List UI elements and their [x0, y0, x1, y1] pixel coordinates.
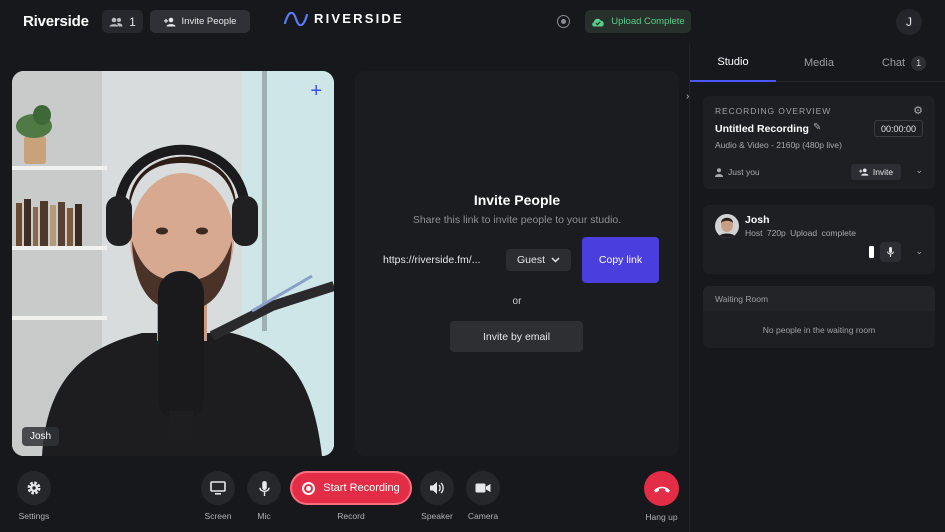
tab-media-label: Media [804, 57, 834, 69]
invite-people-button[interactable]: Invite People [150, 10, 250, 33]
recording-overview-label: RECORDING OVERVIEW [715, 106, 832, 116]
screen-share-button[interactable] [201, 471, 235, 505]
waiting-room-title: Waiting Room [703, 286, 935, 311]
mic-label: Mic [257, 511, 271, 521]
invite-small-label: Invite [872, 167, 894, 177]
logo-text: RIVERSIDE [314, 11, 404, 26]
recording-timer: 00:00:00 [874, 120, 923, 137]
participants-button[interactable]: 1 [102, 10, 143, 33]
host-upload-status: Upload complete [790, 228, 856, 238]
collapse-sidebar-icon[interactable]: › [686, 91, 689, 102]
wave-logo-icon [284, 11, 308, 26]
upload-status-label: Upload Complete [611, 16, 685, 27]
add-person-icon [163, 17, 176, 26]
audience-info: Just you [715, 167, 760, 177]
tab-studio-label: Studio [717, 56, 749, 68]
chevron-down-icon [551, 257, 560, 263]
recording-overview-card: RECORDING OVERVIEW ⚙ Untitled Recording … [703, 96, 935, 189]
role-dropdown[interactable]: Guest [506, 249, 571, 271]
record-label: Record [337, 511, 365, 521]
host-participant-card: Josh Host 720p Upload complete ⌄ [703, 205, 935, 274]
role-value: Guest [516, 254, 545, 266]
waiting-room-card: Waiting Room No people in the waiting ro… [703, 286, 935, 348]
people-icon [109, 17, 123, 26]
gear-icon [27, 481, 41, 495]
settings-button[interactable] [17, 471, 51, 505]
chevron-down-icon[interactable]: ⌄ [915, 246, 923, 257]
screen-label: Screen [204, 511, 232, 521]
hang-up-label: Hang up [645, 512, 678, 522]
invite-title: Invite People [473, 192, 561, 208]
camera-label: Camera [467, 511, 499, 521]
invite-link-field[interactable]: https://riverside.fm/... [375, 249, 493, 271]
user-avatar[interactable]: J [896, 9, 922, 35]
record-control[interactable]: Start Recording Record [290, 471, 412, 521]
speaker-label: Speaker [421, 511, 453, 521]
speaker-control[interactable]: Speaker [420, 471, 454, 521]
invite-by-email-button[interactable]: Invite by email [450, 321, 583, 352]
tab-studio[interactable]: Studio [690, 44, 776, 82]
or-divider: or [512, 296, 522, 307]
cloud-check-icon [592, 18, 605, 26]
tab-media[interactable]: Media [776, 44, 862, 82]
mic-button[interactable] [247, 471, 281, 505]
participant-count: 1 [129, 14, 136, 29]
monitor-icon [210, 481, 226, 495]
host-resolution: 720p [766, 228, 786, 238]
settings-label: Settings [18, 511, 50, 521]
person-icon [715, 167, 723, 177]
recording-title[interactable]: Untitled Recording [715, 123, 809, 135]
pencil-icon[interactable]: ✎ [813, 122, 821, 133]
hang-up-button[interactable] [644, 471, 679, 506]
audio-level-meter [869, 246, 874, 258]
phone-hangup-icon [653, 486, 670, 493]
participant-video-tile[interactable]: + Josh [12, 71, 334, 456]
record-icon [302, 481, 316, 495]
host-mic-button[interactable] [880, 242, 901, 262]
speaker-button[interactable] [420, 471, 454, 505]
host-avatar [715, 214, 739, 238]
video-feed [12, 71, 334, 456]
add-icon[interactable]: + [310, 81, 322, 101]
mic-control[interactable]: Mic [247, 471, 281, 521]
studio-name: Riverside [23, 13, 89, 30]
right-sidebar: Studio Media Chat 1 › RECORDING OVERVIEW… [686, 44, 945, 532]
add-person-icon [859, 168, 869, 176]
host-name: Josh [745, 214, 770, 226]
chevron-down-icon[interactable]: ⌄ [915, 165, 923, 176]
audience-label: Just you [728, 167, 760, 177]
record-status-icon[interactable] [557, 15, 570, 28]
start-recording-label: Start Recording [323, 482, 400, 494]
hangup-control[interactable]: Hang up [644, 471, 679, 522]
camera-control[interactable]: Camera [466, 471, 500, 521]
invite-button-small[interactable]: Invite [851, 164, 901, 180]
tab-chat[interactable]: Chat 1 [862, 44, 945, 82]
copy-link-button[interactable]: Copy link [582, 237, 659, 283]
host-role: Host [745, 228, 763, 238]
recording-quality-info: Audio & Video - 2160p (480p live) [715, 140, 842, 150]
speaker-icon [430, 482, 444, 494]
tab-chat-label: Chat [881, 57, 906, 69]
start-recording-button[interactable]: Start Recording [290, 471, 412, 505]
riverside-logo: RIVERSIDE [284, 11, 404, 26]
mic-icon [258, 480, 270, 496]
gear-icon[interactable]: ⚙ [913, 104, 923, 117]
top-bar: Riverside 1 Invite People RIVERSIDE Uplo… [0, 0, 945, 44]
waiting-room-empty-text: No people in the waiting room [762, 325, 876, 335]
invite-subtitle: Share this link to invite people to your… [412, 214, 622, 226]
mic-icon [887, 247, 894, 257]
camera-icon [475, 483, 491, 493]
invite-people-label: Invite People [181, 16, 237, 27]
settings-control[interactable]: Settings [17, 471, 51, 521]
host-meta: Host 720p Upload complete [745, 228, 856, 238]
screen-control[interactable]: Screen [201, 471, 235, 521]
sidebar-tabs: Studio Media Chat 1 [690, 44, 945, 82]
chat-unread-badge: 1 [911, 55, 927, 71]
participant-name-tag: Josh [22, 427, 60, 446]
invite-panel: Invite People Share this link to invite … [355, 71, 679, 456]
upload-status-badge[interactable]: Upload Complete [585, 10, 691, 33]
camera-button[interactable] [466, 471, 500, 505]
